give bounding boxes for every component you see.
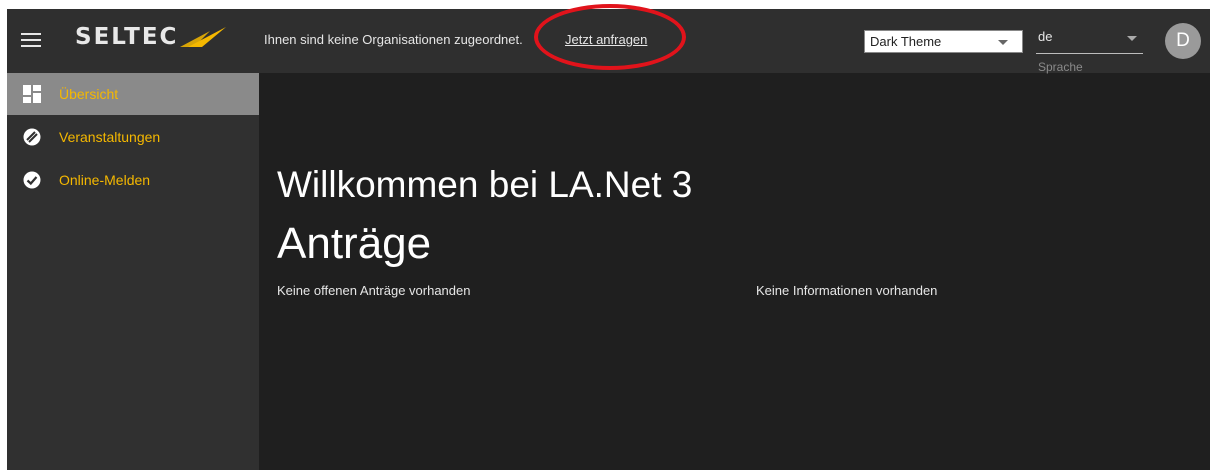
request-access-link[interactable]: Jetzt anfragen bbox=[565, 32, 647, 47]
logo-text: SELTEC bbox=[75, 24, 179, 50]
theme-select-value: Dark Theme bbox=[870, 34, 942, 49]
language-select-label: Sprache bbox=[1038, 60, 1083, 74]
no-organization-notice: Ihnen sind keine Organisationen zugeordn… bbox=[264, 32, 523, 47]
chevron-down-icon bbox=[1127, 36, 1137, 41]
top-bar: SELTEC Ihnen sind keine Organisationen z… bbox=[7, 4, 1210, 74]
check-circle-icon bbox=[23, 171, 41, 189]
avatar[interactable]: D bbox=[1165, 23, 1201, 59]
sidebar-item-label: Online-Melden bbox=[59, 172, 151, 188]
page-title: Willkommen bei LA.Net 3 bbox=[277, 164, 693, 205]
requests-empty-text: Keine offenen Anträge vorhanden bbox=[277, 283, 471, 298]
sidebar: Übersicht Veranstaltungen Online-Melden bbox=[7, 73, 259, 470]
main-content: Willkommen bei LA.Net 3 Anträge Keine of… bbox=[259, 73, 1210, 470]
app-window: SELTEC Ihnen sind keine Organisationen z… bbox=[7, 4, 1210, 470]
section-title-antraege: Anträge bbox=[277, 219, 432, 268]
logo-arrow-icon bbox=[180, 27, 227, 47]
sidebar-item-online-melden[interactable]: Online-Melden bbox=[7, 159, 259, 201]
menu-icon[interactable] bbox=[21, 29, 41, 51]
language-select-value: de bbox=[1038, 29, 1053, 44]
chevron-down-icon bbox=[998, 40, 1008, 45]
info-empty-text: Keine Informationen vorhanden bbox=[756, 283, 938, 298]
sidebar-item-label: Übersicht bbox=[59, 86, 119, 102]
theme-select[interactable]: Dark Theme bbox=[864, 30, 1023, 53]
event-icon bbox=[23, 128, 41, 146]
dashboard-icon bbox=[23, 85, 41, 103]
language-select[interactable]: de bbox=[1036, 27, 1143, 54]
sidebar-item-veranstaltungen[interactable]: Veranstaltungen bbox=[7, 116, 259, 158]
logo: SELTEC bbox=[75, 24, 227, 50]
sidebar-item-uebersicht[interactable]: Übersicht bbox=[7, 73, 259, 115]
sidebar-item-label: Veranstaltungen bbox=[59, 129, 161, 145]
